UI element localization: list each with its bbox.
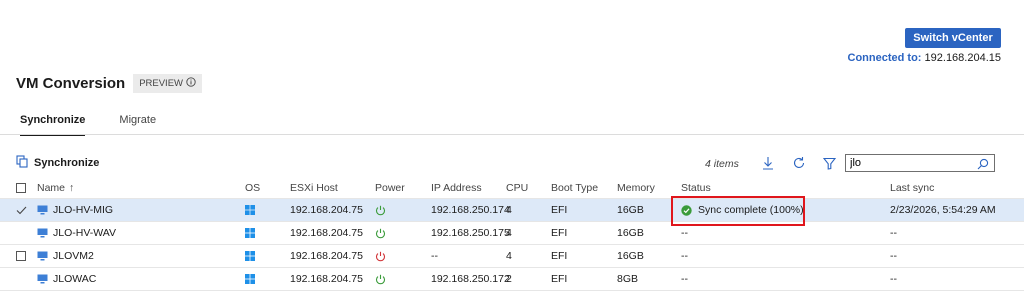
synchronize-action[interactable]: Synchronize [16,155,99,171]
search-input[interactable] [846,157,980,169]
column-header-cpu[interactable]: CPU [506,178,528,198]
column-header-last-sync[interactable]: Last sync [890,178,934,198]
cpu-count: 4 [506,204,512,216]
ip-address: -- [431,250,438,262]
ip-address: 192.168.250.174 [431,204,510,216]
memory: 16GB [617,227,644,239]
info-icon[interactable] [186,77,196,90]
esxi-host: 192.168.204.75 [290,204,363,216]
column-header-boot-type[interactable]: Boot Type [551,178,598,198]
vm-table: Name ↑ OS ESXi Host Power IP Address CPU… [0,178,1024,291]
windows-os-icon [245,245,255,267]
sort-ascending-icon: ↑ [69,182,75,194]
cpu-count: 2 [506,273,512,285]
power-on-icon [375,222,386,244]
status-text: Sync complete (100%) [698,204,804,216]
page-title: VM Conversion [16,75,126,92]
esxi-host: 192.168.204.75 [290,273,363,285]
ip-address: 192.168.250.175 [431,227,510,239]
download-icon[interactable] [759,154,777,172]
column-header-memory[interactable]: Memory [617,178,655,198]
search-icon[interactable] [977,157,989,175]
memory: 16GB [617,204,644,216]
filter-icon[interactable] [820,154,838,172]
synchronize-icon [16,155,28,171]
refresh-icon[interactable] [790,154,808,172]
last-sync: -- [890,250,897,262]
column-header-ip-address[interactable]: IP Address [431,178,482,198]
column-header-status[interactable]: Status [681,178,711,198]
status-text: -- [681,227,688,239]
row-checkbox[interactable] [16,245,30,267]
row-selected-check-icon[interactable] [16,199,30,221]
table-row[interactable]: JLO-HV-MIG 192.168.204.75 192.168.250.17… [0,199,1024,222]
column-header-name[interactable]: Name ↑ [37,178,74,198]
last-sync: -- [890,273,897,285]
connection-info: Connected to: 192.168.204.15 [848,52,1001,64]
windows-os-icon [245,199,255,221]
items-count: 4 items [705,158,739,170]
preview-badge[interactable]: PREVIEW [133,74,202,93]
column-header-esxi-host[interactable]: ESXi Host [290,178,338,198]
ip-address: 192.168.250.172 [431,273,510,285]
virtual-machine-icon [37,251,48,261]
switch-vcenter-button[interactable]: Switch vCenter [905,28,1001,48]
preview-badge-label: PREVIEW [139,78,183,89]
connected-label: Connected to: [847,52,922,64]
status-text: -- [681,250,688,262]
status-text: -- [681,273,688,285]
cpu-count: 4 [506,227,512,239]
select-all-checkbox[interactable] [16,178,30,198]
windows-os-icon [245,268,255,290]
power-on-icon [375,268,386,290]
table-row[interactable]: JLOVM2 192.168.204.75 -- 4 EFI 16GB -- -… [0,245,1024,268]
search-box[interactable] [845,154,995,172]
virtual-machine-icon [37,205,48,215]
boot-type: EFI [551,273,568,285]
windows-os-icon [245,222,255,244]
table-row[interactable]: JLO-HV-WAV 192.168.204.75 192.168.250.17… [0,222,1024,245]
title-row: VM Conversion PREVIEW [16,74,202,93]
synchronize-label: Synchronize [34,157,100,169]
table-row[interactable]: JLOWAC 192.168.204.75 192.168.250.172 2 … [0,268,1024,291]
esxi-host: 192.168.204.75 [290,227,363,239]
tab-synchronize[interactable]: Synchronize [16,112,89,136]
vm-name: JLO-HV-MIG [53,204,114,216]
esxi-host: 192.168.204.75 [290,250,363,262]
tab-divider [0,134,1024,135]
success-check-icon [681,204,692,216]
connected-value: 192.168.204.15 [924,52,1001,64]
vm-name: JLOWAC [53,273,97,285]
vm-name: JLOVM2 [53,250,94,262]
cpu-count: 4 [506,250,512,262]
table-header: Name ↑ OS ESXi Host Power IP Address CPU… [0,178,1024,199]
virtual-machine-icon [37,274,48,284]
virtual-machine-icon [37,228,48,238]
power-on-icon [375,199,386,221]
memory: 16GB [617,250,644,262]
boot-type: EFI [551,204,568,216]
column-header-os[interactable]: OS [245,178,260,198]
column-header-power[interactable]: Power [375,178,405,198]
boot-type: EFI [551,250,568,262]
tab-migrate[interactable]: Migrate [115,112,160,134]
last-sync: -- [890,227,897,239]
memory: 8GB [617,273,639,285]
vm-name: JLO-HV-WAV [53,227,117,239]
tab-bar: Synchronize Migrate [16,112,186,136]
boot-type: EFI [551,227,568,239]
last-sync: 2/23/2026, 5:54:29 AM [890,204,996,216]
power-off-icon [375,245,386,267]
